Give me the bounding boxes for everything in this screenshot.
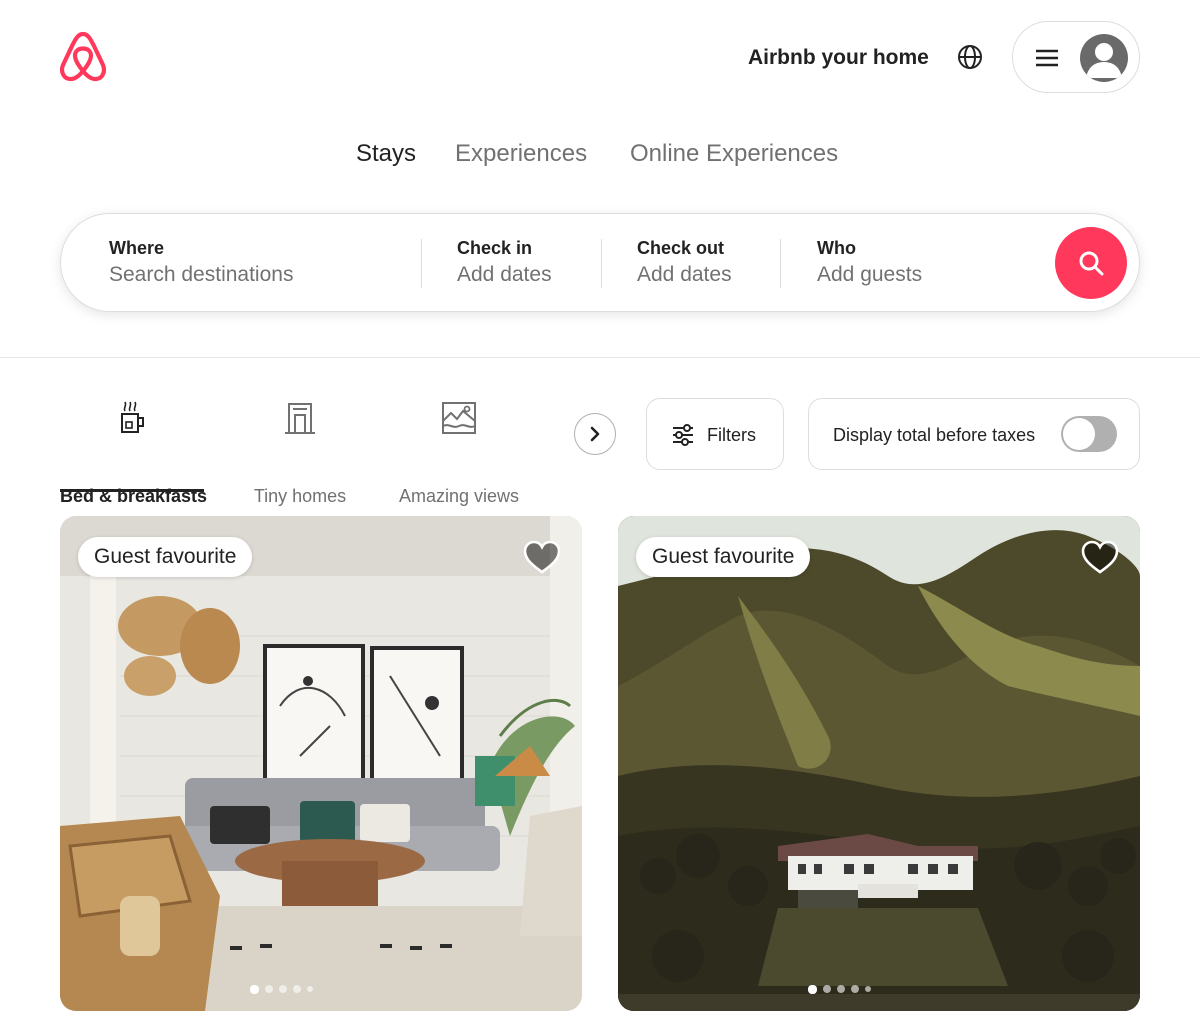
pagination-dot[interactable] <box>864 986 871 992</box>
category-bar: Bed & breakfasts Tiny homes Amazing view… <box>0 358 1200 516</box>
category-amazing-views[interactable]: Amazing views <box>396 396 522 506</box>
language-button[interactable] <box>948 35 992 79</box>
pagination-dot[interactable] <box>306 986 313 992</box>
globe-icon <box>958 45 982 69</box>
heart-icon[interactable] <box>1080 538 1120 576</box>
tab-online-experiences[interactable]: Online Experiences <box>630 134 838 174</box>
where-field[interactable]: Where Search destinations <box>109 236 409 290</box>
profile-menu-button[interactable] <box>1012 21 1140 93</box>
photo-pagination <box>60 983 582 995</box>
search-tabs: Stays Experiences Online Experiences <box>0 134 1200 174</box>
guest-favourite-badge: Guest favourite <box>78 537 253 577</box>
display-total-toggle-container: Display total before taxes <box>808 398 1140 470</box>
pagination-dot[interactable] <box>822 985 831 993</box>
check-in-value[interactable]: Add dates <box>457 260 607 290</box>
pagination-dot[interactable] <box>807 984 817 994</box>
pagination-dot[interactable] <box>278 985 287 993</box>
display-total-label: Display total before taxes <box>833 425 1036 445</box>
display-total-switch[interactable] <box>1061 416 1117 452</box>
chevron-right-icon <box>590 426 600 442</box>
listing-photo[interactable] <box>60 516 582 1011</box>
amazing-views-icon <box>442 402 476 434</box>
hamburger-icon <box>1036 49 1058 67</box>
category-scroll-next-button[interactable] <box>574 413 616 455</box>
tiny-home-icon <box>285 403 315 434</box>
search-icon <box>1079 251 1104 276</box>
pagination-dot[interactable] <box>836 985 845 993</box>
pagination-dot[interactable] <box>850 985 859 993</box>
who-value[interactable]: Add guests <box>817 260 1017 290</box>
filters-label: Filters <box>707 425 756 445</box>
listing-card[interactable]: Guest favourite <box>618 516 1140 1011</box>
category-label: Amazing views <box>398 486 520 506</box>
category-label: Tiny homes <box>253 486 347 506</box>
check-out-value[interactable]: Add dates <box>637 260 787 290</box>
photo-pagination <box>618 983 1140 995</box>
pagination-dot[interactable] <box>264 985 273 993</box>
who-label: Who <box>817 238 856 258</box>
site-header: Airbnb your home Stays Experiences Onlin… <box>0 0 1200 358</box>
guest-favourite-badge: Guest favourite <box>636 537 811 577</box>
user-avatar-icon <box>1080 34 1128 82</box>
switch-knob <box>1063 418 1095 450</box>
pagination-dot[interactable] <box>249 984 259 994</box>
search-bar: Where Search destinations Check in Add d… <box>60 213 1140 312</box>
divider <box>780 239 781 288</box>
category-label: Bed & breakfasts <box>60 486 208 506</box>
tab-experiences[interactable]: Experiences <box>455 134 587 174</box>
divider <box>421 239 422 288</box>
check-in-field[interactable]: Check in Add dates <box>457 236 607 290</box>
check-in-label: Check in <box>457 238 533 258</box>
filters-button[interactable]: Filters <box>646 398 784 470</box>
listing-card[interactable]: Guest favourite <box>60 516 582 1011</box>
who-field[interactable]: Who Add guests <box>817 236 1017 290</box>
check-out-label: Check out <box>637 238 725 258</box>
search-button[interactable] <box>1055 227 1127 299</box>
where-label: Where <box>109 238 165 258</box>
sliders-icon <box>673 424 693 446</box>
check-out-field[interactable]: Check out Add dates <box>637 236 787 290</box>
category-tiny-homes[interactable]: Tiny homes <box>252 396 348 506</box>
listing-photo[interactable] <box>618 516 1140 1011</box>
tab-stays[interactable]: Stays <box>356 134 416 174</box>
airbnb-logo[interactable] <box>58 31 108 83</box>
airbnb-your-home-link[interactable]: Airbnb your home <box>738 40 939 76</box>
pagination-dot[interactable] <box>292 985 301 993</box>
where-input[interactable]: Search destinations <box>109 260 409 290</box>
heart-icon[interactable] <box>522 538 562 576</box>
active-category-underline <box>60 489 204 492</box>
divider <box>601 239 602 288</box>
category-bed-breakfasts[interactable]: Bed & breakfasts <box>60 396 207 506</box>
bed-breakfast-icon <box>121 401 144 433</box>
